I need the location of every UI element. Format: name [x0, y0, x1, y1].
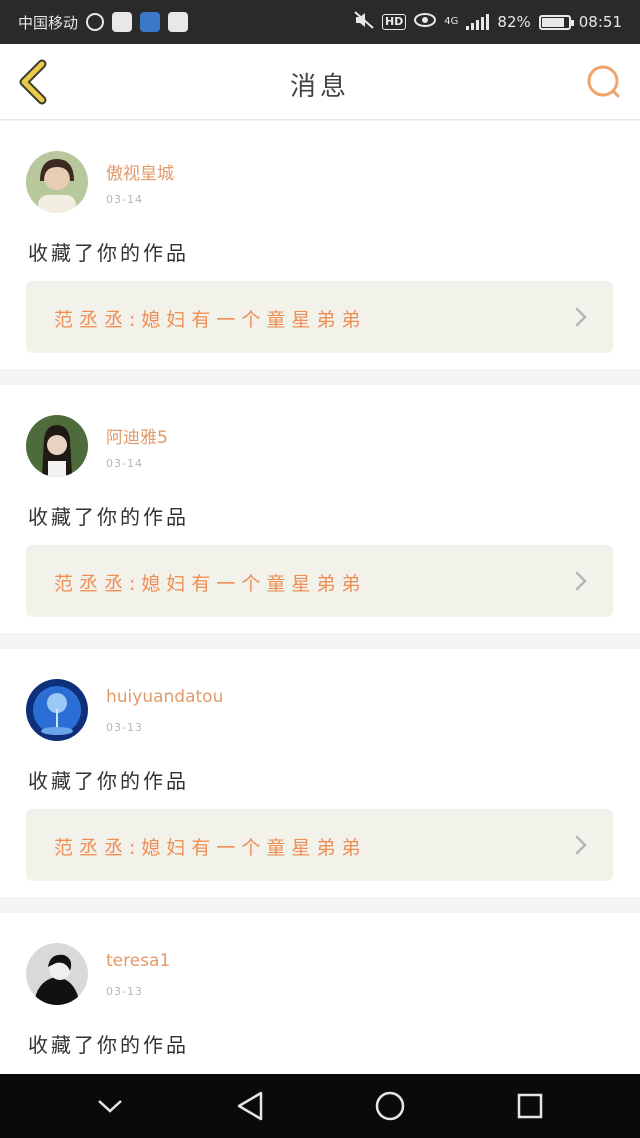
avatar[interactable] [26, 679, 88, 741]
hotspot-notification-icon [140, 12, 161, 32]
mute-icon [354, 11, 374, 33]
chevron-right-icon [575, 835, 587, 855]
system-nav-bar [0, 1074, 640, 1138]
message-date: 03-13 [106, 985, 143, 998]
message-list: 傲视皇城 03-14 收藏了你的作品 范丞丞:媳妇有一个童星弟弟 阿迪雅5 03… [0, 121, 640, 1138]
username[interactable]: 阿迪雅5 [106, 423, 168, 448]
signal-icon [466, 14, 490, 30]
username[interactable]: 傲视皇城 [106, 159, 174, 184]
message-card: huiyuandatou 03-13 收藏了你的作品 范丞丞:媳妇有一个童星弟弟 [0, 649, 640, 897]
action-text: 收藏了你的作品 [28, 1033, 189, 1057]
carrier-name: 中国移动 [18, 13, 79, 32]
message-date: 03-13 [106, 721, 143, 734]
nav-home-button[interactable] [368, 1084, 412, 1128]
message-card: 阿迪雅5 03-14 收藏了你的作品 范丞丞:媳妇有一个童星弟弟 [0, 385, 640, 633]
status-bar: 中国移动 HD 4G 82% 08:51 [0, 0, 640, 44]
avatar[interactable] [26, 151, 88, 213]
message-date: 03-14 [106, 193, 143, 206]
work-link[interactable]: 范丞丞:媳妇有一个童星弟弟 [26, 545, 613, 617]
video-notification-icon [168, 12, 189, 32]
action-text: 收藏了你的作品 [28, 505, 189, 529]
eye-icon [414, 12, 437, 32]
username[interactable]: teresa1 [106, 951, 170, 971]
search-button[interactable] [584, 62, 624, 102]
chevron-down-icon [98, 1100, 122, 1113]
circle-home-icon [375, 1091, 405, 1121]
message-card: 傲视皇城 03-14 收藏了你的作品 范丞丞:媳妇有一个童星弟弟 [0, 121, 640, 369]
battery-icon [538, 14, 574, 30]
sina-notification-icon [112, 12, 133, 32]
work-title: 范丞丞:媳妇有一个童星弟弟 [54, 837, 367, 859]
chevron-right-icon [575, 307, 587, 327]
message-date: 03-14 [106, 457, 143, 470]
work-title: 范丞丞:媳妇有一个童星弟弟 [54, 573, 367, 595]
hd-badge: HD [381, 14, 407, 30]
clock: 08:51 [578, 13, 622, 31]
avatar[interactable] [26, 415, 88, 477]
battery-percent: 82% [497, 13, 531, 31]
weibo-notification-icon [86, 13, 105, 31]
work-link[interactable]: 范丞丞:媳妇有一个童星弟弟 [26, 809, 613, 881]
page-title: 消息 [289, 72, 350, 102]
triangle-back-icon [237, 1091, 263, 1121]
avatar[interactable] [26, 943, 88, 1005]
nav-back-button[interactable] [228, 1084, 272, 1128]
hide-nav-button[interactable] [88, 1084, 132, 1128]
network-type: 4G [444, 16, 459, 27]
username[interactable]: huiyuandatou [106, 687, 223, 707]
nav-recents-button[interactable] [508, 1084, 552, 1128]
work-link[interactable]: 范丞丞:媳妇有一个童星弟弟 [26, 281, 613, 353]
status-bar-left: 中国移动 [18, 12, 189, 33]
square-recents-icon [517, 1093, 543, 1119]
action-text: 收藏了你的作品 [28, 769, 189, 793]
action-text: 收藏了你的作品 [28, 241, 189, 265]
chevron-right-icon [575, 571, 587, 591]
status-bar-right: HD 4G 82% 08:51 [354, 11, 622, 33]
work-title: 范丞丞:媳妇有一个童星弟弟 [54, 309, 367, 331]
search-icon [587, 65, 620, 98]
app-header: 消息 [0, 44, 640, 120]
